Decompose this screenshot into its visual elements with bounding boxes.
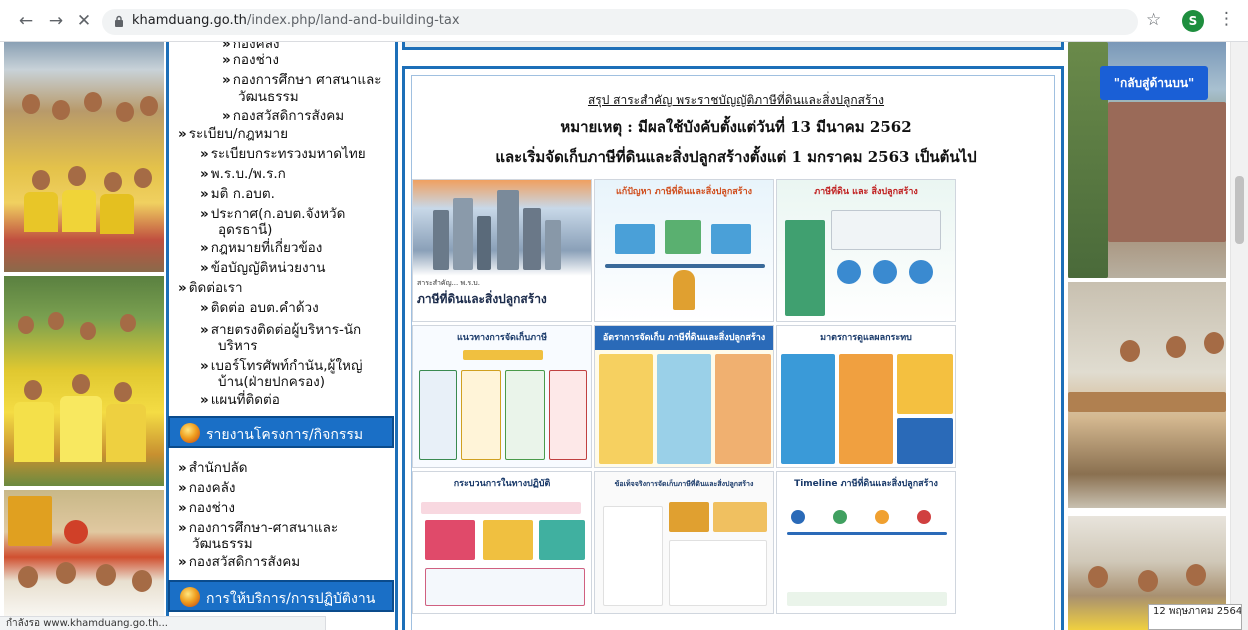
menu-item-education-cont[interactable]: วัฒนธรรม	[238, 89, 299, 106]
menu-item-announcements[interactable]: » ประกาศ(ก.อบต.จังหวัด	[200, 206, 345, 223]
menu-item-direct-line[interactable]: » สายตรงติดต่อผู้บริหาร-นัก	[200, 322, 361, 339]
page-viewport: » กองคลัง » กองช่าง » กองการศึกษา ศาสนาและ …	[0, 42, 1248, 630]
infographic-tile[interactable]: มาตรการดูแลผลกระทบ	[776, 325, 956, 468]
collection-date-note: และเริ่มจัดเก็บภาษีที่ดินและสิ่งปลูกสร้า…	[495, 148, 977, 166]
menu-item-engineering[interactable]: » กองช่าง	[222, 52, 279, 69]
section-services-title: การให้บริการ/การปฏิบัติงาน	[206, 591, 376, 607]
menu-item-map[interactable]: » แผนที่ติดต่อ	[200, 392, 280, 409]
menu-regulations[interactable]: » ระเบียบ/กฎหมาย	[178, 126, 288, 143]
lock-icon	[115, 15, 123, 27]
scrollbar-thumb[interactable]	[1235, 176, 1244, 244]
browser-menu-icon[interactable]: ⋮	[1218, 9, 1235, 29]
report-item-office[interactable]: » สำนักปลัด	[178, 460, 248, 477]
report-item-welfare[interactable]: » กองสวัสดิการสังคม	[178, 554, 300, 571]
address-bar[interactable]: khamduang.go.th/index.php/land-and-build…	[102, 9, 1138, 35]
summary-heading: สรุป สาระสำคัญ พระราชบัญญัติภาษีที่ดินแล…	[587, 93, 885, 107]
menu-item-moi-regulation[interactable]: » ระเบียบกระทรวงมหาดไทย	[200, 146, 366, 163]
menu-item-acts[interactable]: » พ.ร.บ./พ.ร.ก	[200, 166, 286, 183]
infographic-tile[interactable]: กระบวนการในทางปฏิบัติ	[412, 471, 592, 614]
menu-item-announcements-cont[interactable]: อุดรธานี)	[218, 222, 272, 239]
meeting-photo	[1068, 282, 1226, 508]
profile-avatar[interactable]: S	[1182, 10, 1204, 32]
infographic-tile[interactable]: ข้อเท็จจริงการจัดเก็บภาษีที่ดินและสิ่งปล…	[594, 471, 774, 614]
tile-title: มาตรการดูแลผลกระทบ	[820, 333, 912, 343]
tile-title: ข้อเท็จจริงการจัดเก็บภาษีที่ดินและสิ่งปล…	[614, 480, 754, 488]
menu-item-bylaws[interactable]: » ข้อบัญญัติหน่วยงาน	[200, 260, 325, 277]
menu-contact[interactable]: » ติดต่อเรา	[178, 280, 243, 297]
infographic-tile[interactable]: แนวทางการจัดเก็บภาษี	[412, 325, 592, 468]
report-item-education-cont[interactable]: วัฒนธรรม	[192, 536, 253, 553]
url-text: khamduang.go.th/index.php/land-and-build…	[132, 13, 460, 28]
status-bar: กำลังรอ www.khamduang.go.th...	[0, 616, 326, 630]
activity-photo	[4, 42, 164, 272]
menu-item-welfare[interactable]: » กองสวัสดิการสังคม	[222, 108, 344, 125]
tile-title: แนวทางการจัดเก็บภาษี	[457, 333, 547, 343]
globe-icon	[180, 587, 200, 607]
globe-icon	[180, 423, 200, 443]
report-item-education[interactable]: » กองการศึกษา-ศาสนาและ	[178, 520, 338, 537]
effective-date-note: หมายเหตุ : มีผลใช้บังคับตั้งแต่วันที่ 13…	[560, 118, 912, 136]
menu-item-phone-numbers-cont[interactable]: บ้าน(ฝ่ายปกครอง)	[218, 374, 325, 391]
activity-photo	[4, 276, 164, 486]
infographic-tile[interactable]: สาระสำคัญ... พ.ร.บ. ภาษีที่ดินและสิ่งปลู…	[412, 179, 592, 322]
main-content: สรุป สาระสำคัญ พระราชบัญญัติภาษีที่ดินแล…	[402, 66, 1064, 630]
back-to-top-button[interactable]: "กลับสู่ด้านบน"	[1100, 66, 1208, 100]
menu-item-education[interactable]: » กองการศึกษา ศาสนาและ	[222, 72, 382, 89]
stop-loading-icon[interactable]: ✕	[74, 11, 94, 31]
page-scrollbar[interactable]	[1230, 42, 1248, 630]
activity-photo	[4, 490, 164, 630]
forward-arrow-icon[interactable]: →	[46, 11, 66, 31]
menu-item-direct-line-cont[interactable]: บริหาร	[218, 338, 258, 355]
tile-title: กระบวนการในทางปฏิบัติ	[453, 479, 551, 489]
tile-title: ภาษีที่ดิน และ สิ่งปลูกสร้าง	[814, 187, 918, 197]
url-path: /index.php/land-and-building-tax	[246, 13, 460, 28]
bookmark-star-icon[interactable]: ☆	[1146, 10, 1161, 30]
back-arrow-icon[interactable]: ←	[16, 11, 36, 31]
menu-item-phone-numbers[interactable]: » เบอร์โทรศัพท์กำนัน,ผู้ใหญ่	[200, 358, 362, 375]
infographic-grid: สาระสำคัญ... พ.ร.บ. ภาษีที่ดินและสิ่งปลู…	[412, 179, 958, 615]
tile-subtitle: สาระสำคัญ... พ.ร.บ.	[417, 279, 480, 287]
date-tooltip: 12 พฤษภาคม 2564	[1148, 604, 1242, 630]
report-item-engineering[interactable]: » กองช่าง	[178, 500, 235, 517]
report-item-finance[interactable]: » กองคลัง	[178, 480, 236, 497]
tile-title: ภาษีที่ดินและสิ่งปลูกสร้าง	[417, 292, 547, 306]
infographic-tile[interactable]: แก้ปัญหา ภาษีที่ดินและสิ่งปลูกสร้าง	[594, 179, 774, 322]
section-reports-title: รายงานโครงการ/กิจกรรม	[206, 427, 364, 443]
menu-item-resolutions[interactable]: » มติ ก.อบต.	[200, 186, 275, 203]
tile-title: Timeline ภาษีที่ดินและสิ่งปลูกสร้าง	[794, 479, 938, 489]
menu-item-contact-office[interactable]: » ติดต่อ อบต.คำด้วง	[200, 300, 319, 317]
infographic-tile[interactable]: อัตราการจัดเก็บ ภาษีที่ดินและสิ่งปลูกสร้…	[594, 325, 774, 468]
section-reports[interactable]: รายงานโครงการ/กิจกรรม	[168, 416, 394, 448]
infographic-tile[interactable]: Timeline ภาษีที่ดินและสิ่งปลูกสร้าง	[776, 471, 956, 614]
infographic-tile[interactable]: ภาษีที่ดิน และ สิ่งปลูกสร้าง	[776, 179, 956, 322]
url-host: khamduang.go.th	[132, 13, 247, 28]
section-services[interactable]: การให้บริการ/การปฏิบัติงาน	[168, 580, 394, 612]
tile-title: แก้ปัญหา ภาษีที่ดินและสิ่งปลูกสร้าง	[615, 187, 753, 197]
tile-title: อัตราการจัดเก็บ ภาษีที่ดินและสิ่งปลูกสร้…	[595, 326, 773, 350]
browser-toolbar: ← → ✕ khamduang.go.th/index.php/land-and…	[0, 0, 1248, 42]
menu-item-related-laws[interactable]: » กฎหมายที่เกี่ยวข้อง	[200, 240, 322, 257]
previous-content-frame	[402, 42, 1064, 50]
